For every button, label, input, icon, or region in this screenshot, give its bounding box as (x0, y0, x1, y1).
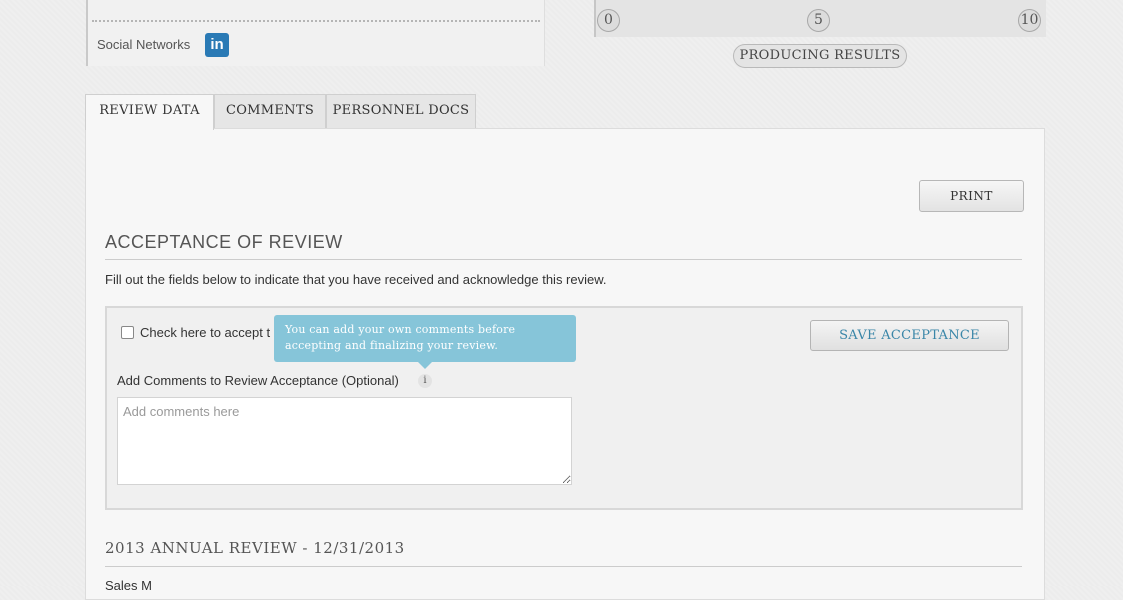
rating-category-label: PRODUCING RESULTS (733, 44, 907, 68)
comments-textarea[interactable] (117, 397, 572, 485)
dotted-divider (92, 20, 540, 22)
print-button[interactable]: PRINT (919, 180, 1024, 212)
linkedin-icon[interactable]: in (205, 33, 229, 57)
annual-review-title: 2013 ANNUAL REVIEW - 12/31/2013 (105, 539, 1022, 567)
accept-review-checkbox[interactable] (121, 326, 134, 339)
acceptance-section-title: ACCEPTANCE OF REVIEW (105, 232, 1022, 260)
scale-mark-0: 0 (597, 9, 620, 32)
save-acceptance-button[interactable]: SAVE ACCEPTANCE (810, 320, 1009, 351)
tab-personnel-docs[interactable]: PERSONNEL DOCS (326, 94, 476, 128)
tab-comments[interactable]: COMMENTS (214, 94, 326, 128)
scale-mark-10: 10 (1018, 9, 1041, 32)
comments-tooltip: You can add your own comments before acc… (274, 315, 576, 362)
scale-mark-5: 5 (807, 9, 830, 32)
acceptance-instructions: Fill out the fields below to indicate th… (105, 272, 607, 287)
info-icon[interactable]: i (418, 374, 432, 388)
accept-review-label: Check here to accept t (140, 325, 271, 340)
tooltip-arrow (418, 362, 432, 369)
profile-card: Social Networks in (86, 0, 545, 66)
comments-label: Add Comments to Review Acceptance (Optio… (117, 373, 399, 388)
social-networks-label: Social Networks (97, 37, 191, 52)
tab-review-data[interactable]: REVIEW DATA (85, 94, 214, 130)
